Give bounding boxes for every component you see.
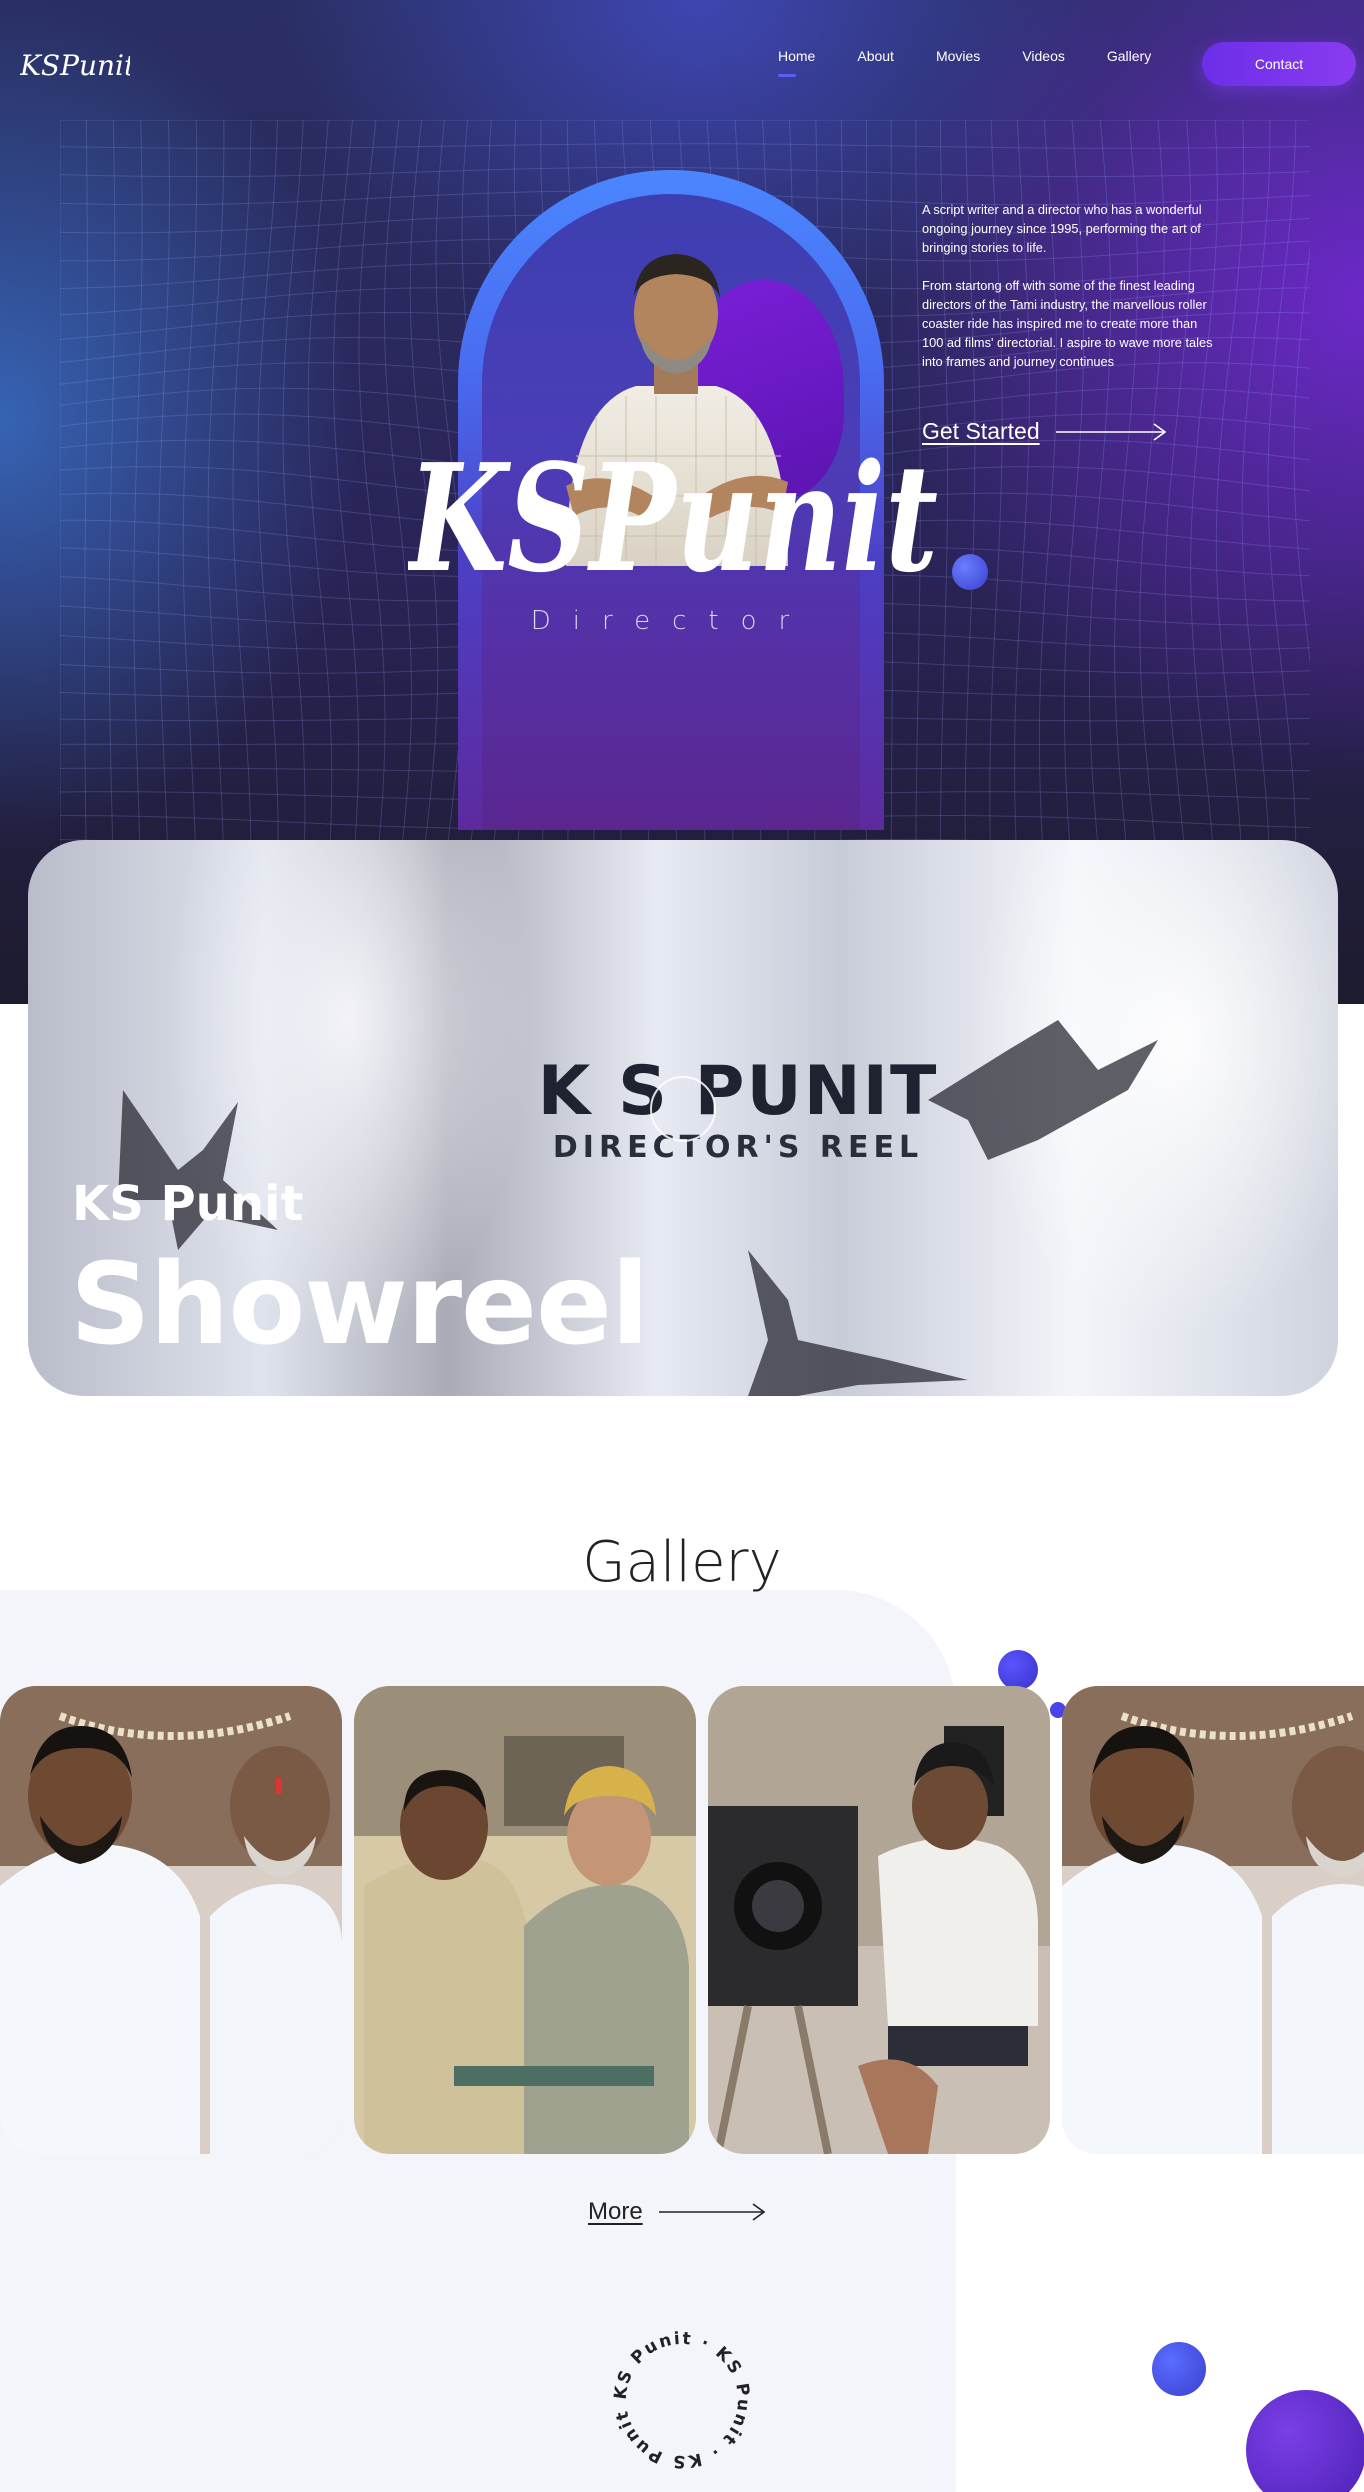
main-nav: Home About Movies Videos Gallery <box>760 48 1193 77</box>
hero-paragraph-2: From startong off with some of the fines… <box>922 278 1213 369</box>
nav-gallery[interactable]: Gallery <box>1107 48 1151 64</box>
blue-dot-decoration <box>952 554 988 590</box>
showreel-name: KS Punit <box>72 1176 304 1232</box>
gallery-more-link[interactable]: More <box>588 2198 767 2226</box>
showreel-video[interactable]: K S PUNIT DIRECTOR'S REEL KS Punit Showr… <box>28 840 1338 1396</box>
nav-movies[interactable]: Movies <box>936 48 980 64</box>
svg-text:KS Punit · KS Punit · KS Punit: KS Punit · KS Punit · KS Punit · <box>606 2324 753 2471</box>
arrow-right-icon <box>658 2203 766 2221</box>
play-icon[interactable] <box>650 1076 716 1142</box>
nav-videos[interactable]: Videos <box>1022 48 1065 64</box>
site-logo[interactable]: KSPunit <box>20 48 130 84</box>
hero-description: A script writer and a director who has a… <box>922 200 1222 390</box>
nav-home[interactable]: Home <box>778 48 815 77</box>
gallery-image-3[interactable] <box>708 1686 1050 2154</box>
gallery-photo-two-men <box>0 1686 342 2154</box>
arrow-right-icon <box>1055 422 1166 441</box>
get-started-label: Get Started <box>922 418 1040 444</box>
gallery-image-4[interactable] <box>1062 1686 1364 2154</box>
badge-ring-text: KS Punit · KS Punit · KS Punit · <box>606 2324 751 2471</box>
svg-text:KSPunit: KSPunit <box>408 440 938 600</box>
hero-paragraph-1: A script writer and a director who has a… <box>922 202 1202 255</box>
gallery-heading: Gallery <box>582 1530 782 1595</box>
rotating-name-badge: KS Punit · KS Punit · KS Punit · <box>606 2324 753 2471</box>
circle-decoration <box>998 1650 1038 1690</box>
gallery-image-2[interactable] <box>354 1686 696 2154</box>
svg-text:KSPunit: KSPunit <box>20 49 130 82</box>
circle-decoration <box>1246 2390 1364 2492</box>
contact-button[interactable]: Contact <box>1202 42 1356 86</box>
gallery-image-1[interactable] <box>0 1686 342 2154</box>
gallery-photo-camera-operator <box>708 1686 1050 2154</box>
more-label: More <box>588 2198 643 2225</box>
video-title: K S PUNIT <box>537 1052 939 1131</box>
gallery-photo-vintage-set <box>354 1686 696 2154</box>
get-started-link[interactable]: Get Started <box>922 418 1168 445</box>
nav-about[interactable]: About <box>857 48 894 64</box>
page: KSPunit Home About Movies Videos Gallery… <box>0 0 1364 2492</box>
gallery-photo-two-men-repeat <box>1062 1686 1364 2154</box>
showreel-heading: Showreel <box>70 1240 649 1370</box>
hero-name-logo: KSPunit <box>408 440 938 600</box>
hero-role: Director <box>530 606 812 636</box>
video-subtitle: DIRECTOR'S REEL <box>552 1130 924 1165</box>
circle-decoration <box>1152 2342 1206 2396</box>
